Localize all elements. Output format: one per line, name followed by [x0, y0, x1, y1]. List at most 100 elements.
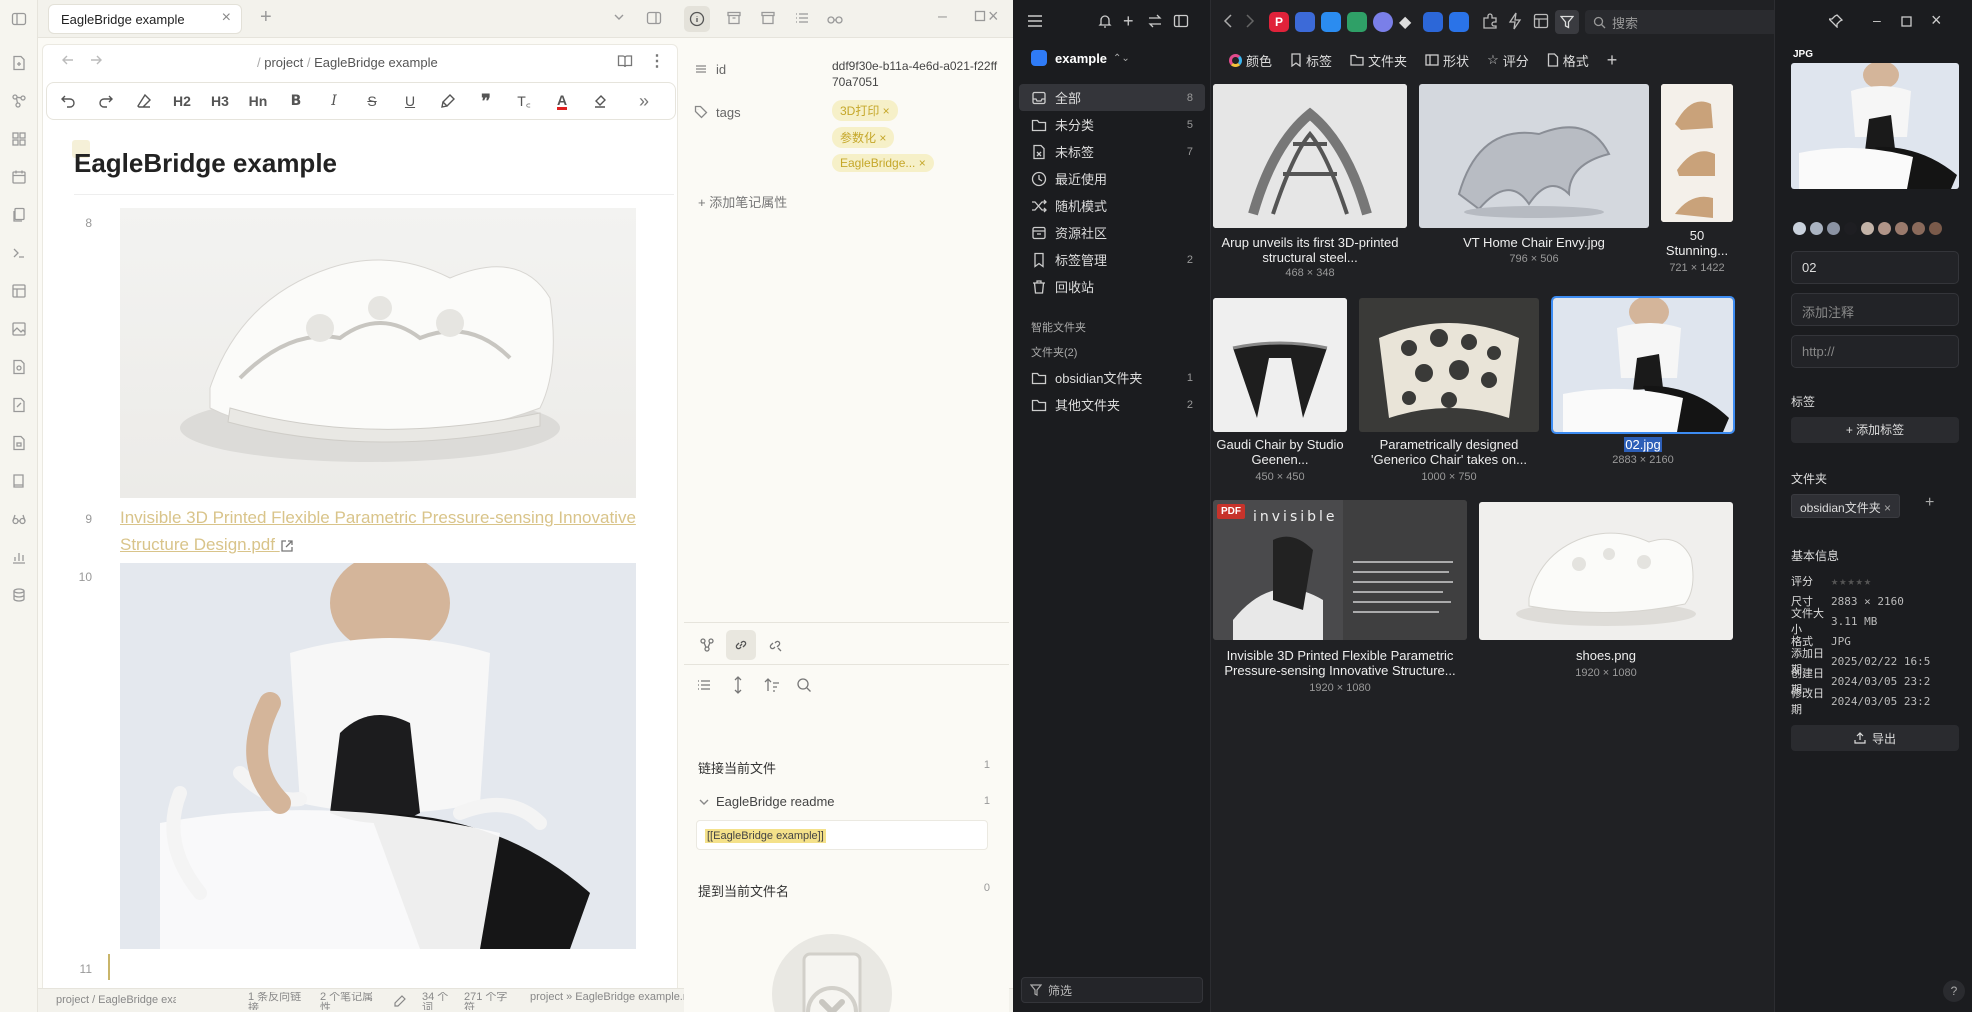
breadcrumb-folder[interactable]: project	[264, 55, 303, 70]
add-icon[interactable]: +	[1123, 11, 1134, 32]
backlink-file-name[interactable]: EagleBridge readme	[716, 794, 835, 809]
url-field[interactable]: http://	[1791, 335, 1959, 368]
tab-eaglebridge-example[interactable]: EagleBridge example ×	[48, 4, 242, 34]
sidebar-item-untagged[interactable]: 未标签 7	[1019, 138, 1205, 165]
folder-chip[interactable]: obsidian文件夹 ×	[1791, 494, 1901, 518]
filter-shape[interactable]: 形状	[1425, 51, 1469, 70]
embedded-chair-image[interactable]	[120, 563, 636, 949]
filter-rating[interactable]: ☆ 评分	[1487, 51, 1529, 70]
daily-note-icon[interactable]	[0, 158, 38, 196]
color-swatch[interactable]	[1929, 222, 1942, 235]
plugin-copy-icon[interactable]	[1321, 12, 1341, 32]
heading3-button[interactable]: H3	[201, 83, 239, 119]
color-swatch[interactable]	[1793, 222, 1806, 235]
minimize-icon[interactable]: –	[938, 8, 947, 26]
close-tab-icon[interactable]: ×	[222, 9, 231, 27]
filter-toggle-icon[interactable]	[1555, 10, 1579, 34]
glasses-icon[interactable]	[826, 10, 844, 26]
filter-box[interactable]: 筛选	[1021, 977, 1203, 1003]
swap-icon[interactable]	[1147, 13, 1163, 29]
asset-name-selected[interactable]: 02.jpg	[1551, 437, 1735, 452]
puzzle-icon[interactable]	[1481, 12, 1499, 30]
asset-thumbnail-selected[interactable]	[1551, 296, 1735, 434]
breadcrumb-file[interactable]: EagleBridge example	[314, 55, 438, 70]
archive-alt-icon[interactable]	[760, 10, 776, 26]
close-window-icon[interactable]: ×	[988, 6, 999, 27]
background-color-icon[interactable]	[581, 83, 619, 119]
new-tab-icon[interactable]: +	[260, 6, 272, 29]
pin-icon[interactable]	[1829, 14, 1843, 28]
backlinks-tab-icon[interactable]	[726, 630, 756, 660]
forward-icon[interactable]	[1245, 14, 1255, 28]
sidebar-item-uncategorized[interactable]: 未分类 5	[1019, 111, 1205, 138]
unlinked-mentions-label[interactable]: 提到当前文件名	[698, 881, 789, 900]
bold-icon[interactable]: B	[277, 83, 315, 119]
file-sync-icon[interactable]	[0, 348, 38, 386]
layout-icon[interactable]	[1533, 13, 1549, 29]
more-tools-icon[interactable]: »	[625, 83, 663, 119]
status-properties[interactable]: 2 个笔记属性	[320, 992, 378, 1010]
image-icon[interactable]	[0, 310, 38, 348]
filter-folder[interactable]: 文件夹	[1350, 51, 1407, 70]
asset-thumbnail[interactable]	[1359, 298, 1539, 432]
backlink-snippet[interactable]: [[EagleBridge example]]	[696, 820, 988, 850]
export-button[interactable]: 导出	[1791, 725, 1959, 751]
chevron-down-icon[interactable]	[612, 10, 626, 24]
note-field[interactable]: 添加注释	[1791, 293, 1959, 326]
asset-thumbnail[interactable]	[1213, 84, 1407, 228]
color-swatch[interactable]	[1810, 222, 1823, 235]
more-options-icon[interactable]: ⋮	[649, 51, 665, 71]
add-tag-button[interactable]: + 添加标签	[1791, 417, 1959, 443]
sidebar-toggle-icon[interactable]	[0, 0, 38, 38]
edit-mode-icon[interactable]	[394, 995, 406, 1007]
add-folder-icon[interactable]: +	[1925, 494, 1934, 512]
tag-pill[interactable]: EagleBridge... ×	[832, 154, 934, 172]
list-icon[interactable]	[794, 10, 810, 26]
text-color-icon[interactable]: A	[543, 83, 581, 119]
tag-pill[interactable]: 参数化 ×	[832, 127, 895, 148]
eraser-icon[interactable]	[125, 83, 163, 119]
asset-thumbnail[interactable]	[1419, 84, 1649, 228]
asset-name[interactable]: Invisible 3D Printed Flexible Parametric…	[1213, 648, 1467, 678]
file-link-icon[interactable]	[0, 386, 38, 424]
pdf-link-text[interactable]: Invisible 3D Printed Flexible Parametric…	[120, 508, 636, 554]
close-window-icon[interactable]: ×	[1931, 10, 1942, 31]
color-swatch[interactable]	[1861, 222, 1874, 235]
sidebar-item-tag-manager[interactable]: 标签管理 2	[1019, 246, 1205, 273]
glasses-icon[interactable]	[0, 500, 38, 538]
collapse-results-icon[interactable]	[730, 676, 746, 694]
preview-image[interactable]	[1791, 63, 1959, 189]
hamburger-menu-icon[interactable]	[1027, 14, 1043, 28]
sidebar-item-community[interactable]: 资源社区	[1019, 219, 1205, 246]
sidebar-item-recent[interactable]: 最近使用	[1019, 165, 1205, 192]
heading-n-button[interactable]: Hn	[239, 83, 277, 119]
bell-icon[interactable]	[1097, 13, 1113, 29]
name-field[interactable]: 02	[1791, 251, 1959, 284]
status-path[interactable]: project / EagleBridge example.md	[56, 995, 176, 1007]
command-palette-icon[interactable]	[0, 234, 38, 272]
sidebar-item-trash[interactable]: 回收站	[1019, 273, 1205, 300]
layout-icon[interactable]	[0, 272, 38, 310]
plugin-image-icon[interactable]	[1295, 12, 1315, 32]
folders-label[interactable]: 文件夹(2)	[1031, 344, 1077, 360]
add-filter-icon[interactable]: +	[1607, 50, 1618, 71]
search-icon[interactable]	[796, 677, 812, 693]
info-icon[interactable]	[684, 6, 710, 32]
color-swatch[interactable]	[1844, 222, 1857, 235]
underline-icon[interactable]: U	[391, 83, 429, 119]
filter-format[interactable]: 格式	[1547, 51, 1589, 70]
undo-icon[interactable]	[49, 83, 87, 119]
rating-stars[interactable]: ★★★★★	[1831, 574, 1872, 588]
asset-thumbnail[interactable]	[1479, 502, 1733, 640]
asset-thumbnail[interactable]: invisible PDF	[1213, 500, 1467, 640]
outgoing-links-tab-icon[interactable]	[760, 630, 790, 660]
help-icon[interactable]: ?	[1943, 980, 1965, 1002]
sort-icon[interactable]	[764, 677, 780, 693]
asset-name[interactable]: shoes.png	[1479, 648, 1733, 663]
color-swatch[interactable]	[1878, 222, 1891, 235]
color-swatch[interactable]	[1912, 222, 1925, 235]
archive-icon[interactable]	[726, 10, 742, 26]
plugin-terminal-icon[interactable]	[1449, 12, 1469, 32]
text-style-icon[interactable]: T꜀	[505, 83, 543, 119]
eraser-icon[interactable]: ◆	[1399, 12, 1411, 32]
